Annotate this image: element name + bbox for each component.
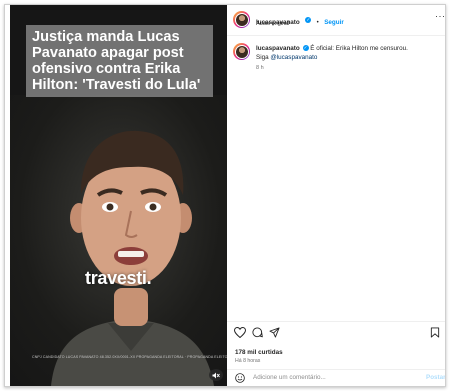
bookmark-icon[interactable] [430, 327, 440, 338]
video-person [51, 130, 214, 386]
heart-icon[interactable] [234, 327, 246, 338]
speaker-muted-icon [212, 372, 220, 378]
avatar[interactable] [233, 11, 250, 28]
video-headline-overlay: Justiça manda Lucas Pavanato apagar post… [26, 25, 213, 97]
post-header: lucaspavanato ✓ • Seguir Áudio original … [227, 5, 445, 36]
follow-button[interactable]: Seguir [324, 19, 344, 26]
video-disclaimer: CNPJ CANDIDATO LUCAS PAVANATO 48.352.0XX… [32, 355, 227, 359]
caption-text: lucaspavanato ✓ É oficial: Erika Hilton … [256, 45, 436, 63]
video-subtitle: travesti. [85, 268, 152, 288]
caption-mention-link[interactable]: @lucaspavanato [270, 54, 317, 61]
caption-body: É oficial: Erika Hilton me censurou. [310, 45, 408, 52]
headline-line: Justiça manda Lucas [32, 29, 180, 45]
likes-count[interactable]: 178 mil curtidas [235, 349, 283, 356]
headline-line: Pavanato apagar post [32, 45, 184, 61]
post-timestamp[interactable]: Há 8 horas [235, 358, 260, 364]
post-actions: 178 mil curtidas Há 8 horas [227, 321, 445, 372]
original-audio-link[interactable]: Áudio original [256, 21, 289, 27]
verified-icon: ✓ [302, 45, 309, 52]
headline-line: Hilton: 'Travesti do Lula' [32, 77, 201, 93]
more-options-icon[interactable]: ··· [435, 11, 445, 21]
caption-time: 8 h [256, 65, 264, 71]
share-icon[interactable] [269, 327, 280, 338]
avatar[interactable] [233, 43, 250, 60]
verified-icon: ✓ [305, 16, 312, 23]
comment-input[interactable]: Adicione um comentário... [253, 374, 326, 381]
instagram-post-window: Justiça manda Lucas Pavanato apagar post… [4, 4, 446, 387]
caption-follow-prefix: Siga [256, 53, 269, 61]
comment-bar: Adicione um comentário... Postar [227, 369, 445, 386]
mute-button[interactable] [209, 369, 223, 381]
headline-line: ofensivo contra Erika [32, 61, 181, 77]
post-side-panel: lucaspavanato ✓ • Seguir Áudio original … [227, 5, 445, 386]
comment-icon[interactable] [252, 327, 263, 338]
emoji-icon[interactable] [235, 373, 245, 383]
reel-video[interactable]: Justiça manda Lucas Pavanato apagar post… [10, 5, 227, 386]
caption-username[interactable]: lucaspavanato [256, 45, 300, 52]
post-comment-button[interactable]: Postar [426, 374, 445, 381]
separator-dot: • [316, 20, 319, 26]
